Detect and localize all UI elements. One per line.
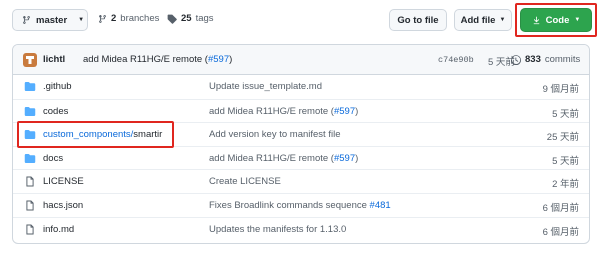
folder-icon [24, 153, 36, 163]
commit-count-label: commits [544, 54, 581, 65]
commit-message-end: ) [355, 105, 359, 117]
file-row: docs add Midea R11HG/E remote (#597) 5 天… [13, 145, 589, 170]
pr-link[interactable]: #597 [334, 153, 355, 164]
latest-commit-bar: lichtl add Midea R11HG/E remote (#597) c… [13, 45, 589, 75]
commit-sha[interactable]: c74e90b [438, 55, 474, 65]
caret-down-icon: ▼ [78, 17, 85, 23]
commit-message-link[interactable]: Updates the manifests for 1.13.0 [209, 224, 346, 235]
file-name-link[interactable]: codes [43, 106, 68, 117]
branch-select-button[interactable]: master ▼ [12, 9, 88, 31]
code-label: Code [545, 14, 570, 26]
download-icon [533, 16, 539, 24]
commit-message-link[interactable]: add Midea R11HG/E remote (#597) [209, 153, 358, 164]
pr-link[interactable]: #481 [370, 200, 391, 211]
commit-author[interactable]: lichtl [43, 54, 65, 65]
file-list: .github Update issue_template.md 9 個月前 c… [13, 75, 589, 240]
branches-label: branches [120, 13, 160, 24]
folder-icon [24, 130, 36, 140]
commit-message-text: add Midea R11HG/E remote ( [209, 105, 334, 117]
commit-message-link[interactable]: add Midea R11HG/E remote (#597) [209, 106, 358, 117]
commit-message-link[interactable]: Update issue_template.md [209, 81, 322, 92]
avatar[interactable] [23, 53, 37, 67]
user-avatar-icon [26, 56, 34, 64]
add-file-label: Add file [460, 14, 496, 26]
branches-link[interactable]: 2 branches [98, 13, 159, 24]
caret-down-icon: ▼ [499, 17, 506, 23]
commit-message-end: ) [355, 152, 359, 164]
commit-age: 6 個月前 [542, 202, 579, 214]
file-name-link[interactable]: hacs.json [43, 200, 83, 211]
commit-age: 25 天前 [546, 132, 579, 144]
folder-path-prefix[interactable]: custom_components/ [43, 129, 133, 140]
commit-age: 6 個月前 [542, 226, 579, 238]
git-branch-icon [23, 16, 30, 24]
file-icon [26, 200, 34, 211]
file-row: .github Update issue_template.md 9 個月前 [13, 75, 589, 99]
folder-icon [24, 82, 36, 91]
commit-message-link[interactable]: Create LICENSE [209, 176, 281, 187]
file-icon [26, 224, 34, 235]
commit-age: 9 個月前 [542, 84, 579, 95]
branch-name: master [36, 14, 68, 26]
commit-count: 833 [525, 54, 541, 65]
branches-count: 2 [111, 13, 117, 24]
code-button[interactable]: Code ▼ [520, 8, 592, 32]
commit-message-text: add Midea R11HG/E remote ( [209, 152, 334, 164]
commit-message[interactable]: add Midea R11HG/E remote (#597) [83, 54, 232, 65]
file-row: codes add Midea R11HG/E remote (#597) 5 … [13, 98, 589, 123]
file-name-link[interactable]: info.md [43, 224, 74, 235]
tags-count: 25 [181, 13, 192, 24]
git-branch-icon [99, 14, 106, 23]
caret-down-icon: ▼ [574, 17, 581, 23]
go-to-file-button[interactable]: Go to file [389, 9, 447, 31]
go-to-file-label: Go to file [397, 14, 439, 26]
commits-history-link[interactable]: 833 commits [511, 54, 580, 65]
commit-message-link[interactable]: Fixes Broadlink commands sequence #481 [209, 200, 391, 211]
add-file-button[interactable]: Add file ▼ [454, 9, 512, 31]
commit-age: 5 天前 [552, 155, 579, 167]
file-browser: lichtl add Midea R11HG/E remote (#597) c… [12, 44, 590, 244]
folder-icon [24, 106, 36, 116]
file-name-link[interactable]: .github [43, 81, 72, 92]
tags-label: tags [195, 13, 214, 24]
commit-message-text: Fixes Broadlink commands sequence [209, 199, 370, 211]
tag-icon [167, 14, 177, 24]
file-row: LICENSE Create LICENSE 2 年前 [13, 169, 589, 193]
commit-message-text: add Midea R11HG/E remote ( [83, 54, 208, 65]
file-row: hacs.json Fixes Broadlink commands seque… [13, 192, 589, 217]
file-row: info.md Updates the manifests for 1.13.0… [13, 216, 589, 241]
file-name-link[interactable]: docs [43, 153, 63, 164]
commit-age: 2 年前 [552, 179, 579, 191]
file-row: custom_components/smartir Add version ke… [13, 122, 589, 146]
folder-path-name[interactable]: smartir [133, 129, 162, 140]
commit-message-link[interactable]: Add version key to manifest file [209, 129, 340, 140]
tags-link[interactable]: 25 tags [167, 13, 214, 24]
commit-age: 5 天前 [552, 108, 579, 120]
repo-toolbar: master ▼ 2 branches 25 tags Go to file A… [0, 0, 600, 40]
file-icon [26, 176, 34, 187]
file-name-link[interactable]: custom_components/smartir [43, 129, 162, 140]
commit-pr-link[interactable]: #597 [208, 54, 229, 65]
pr-link[interactable]: #597 [334, 106, 355, 117]
file-name-link[interactable]: LICENSE [43, 176, 84, 187]
history-icon [511, 54, 521, 65]
commit-message-end: ) [229, 54, 233, 65]
